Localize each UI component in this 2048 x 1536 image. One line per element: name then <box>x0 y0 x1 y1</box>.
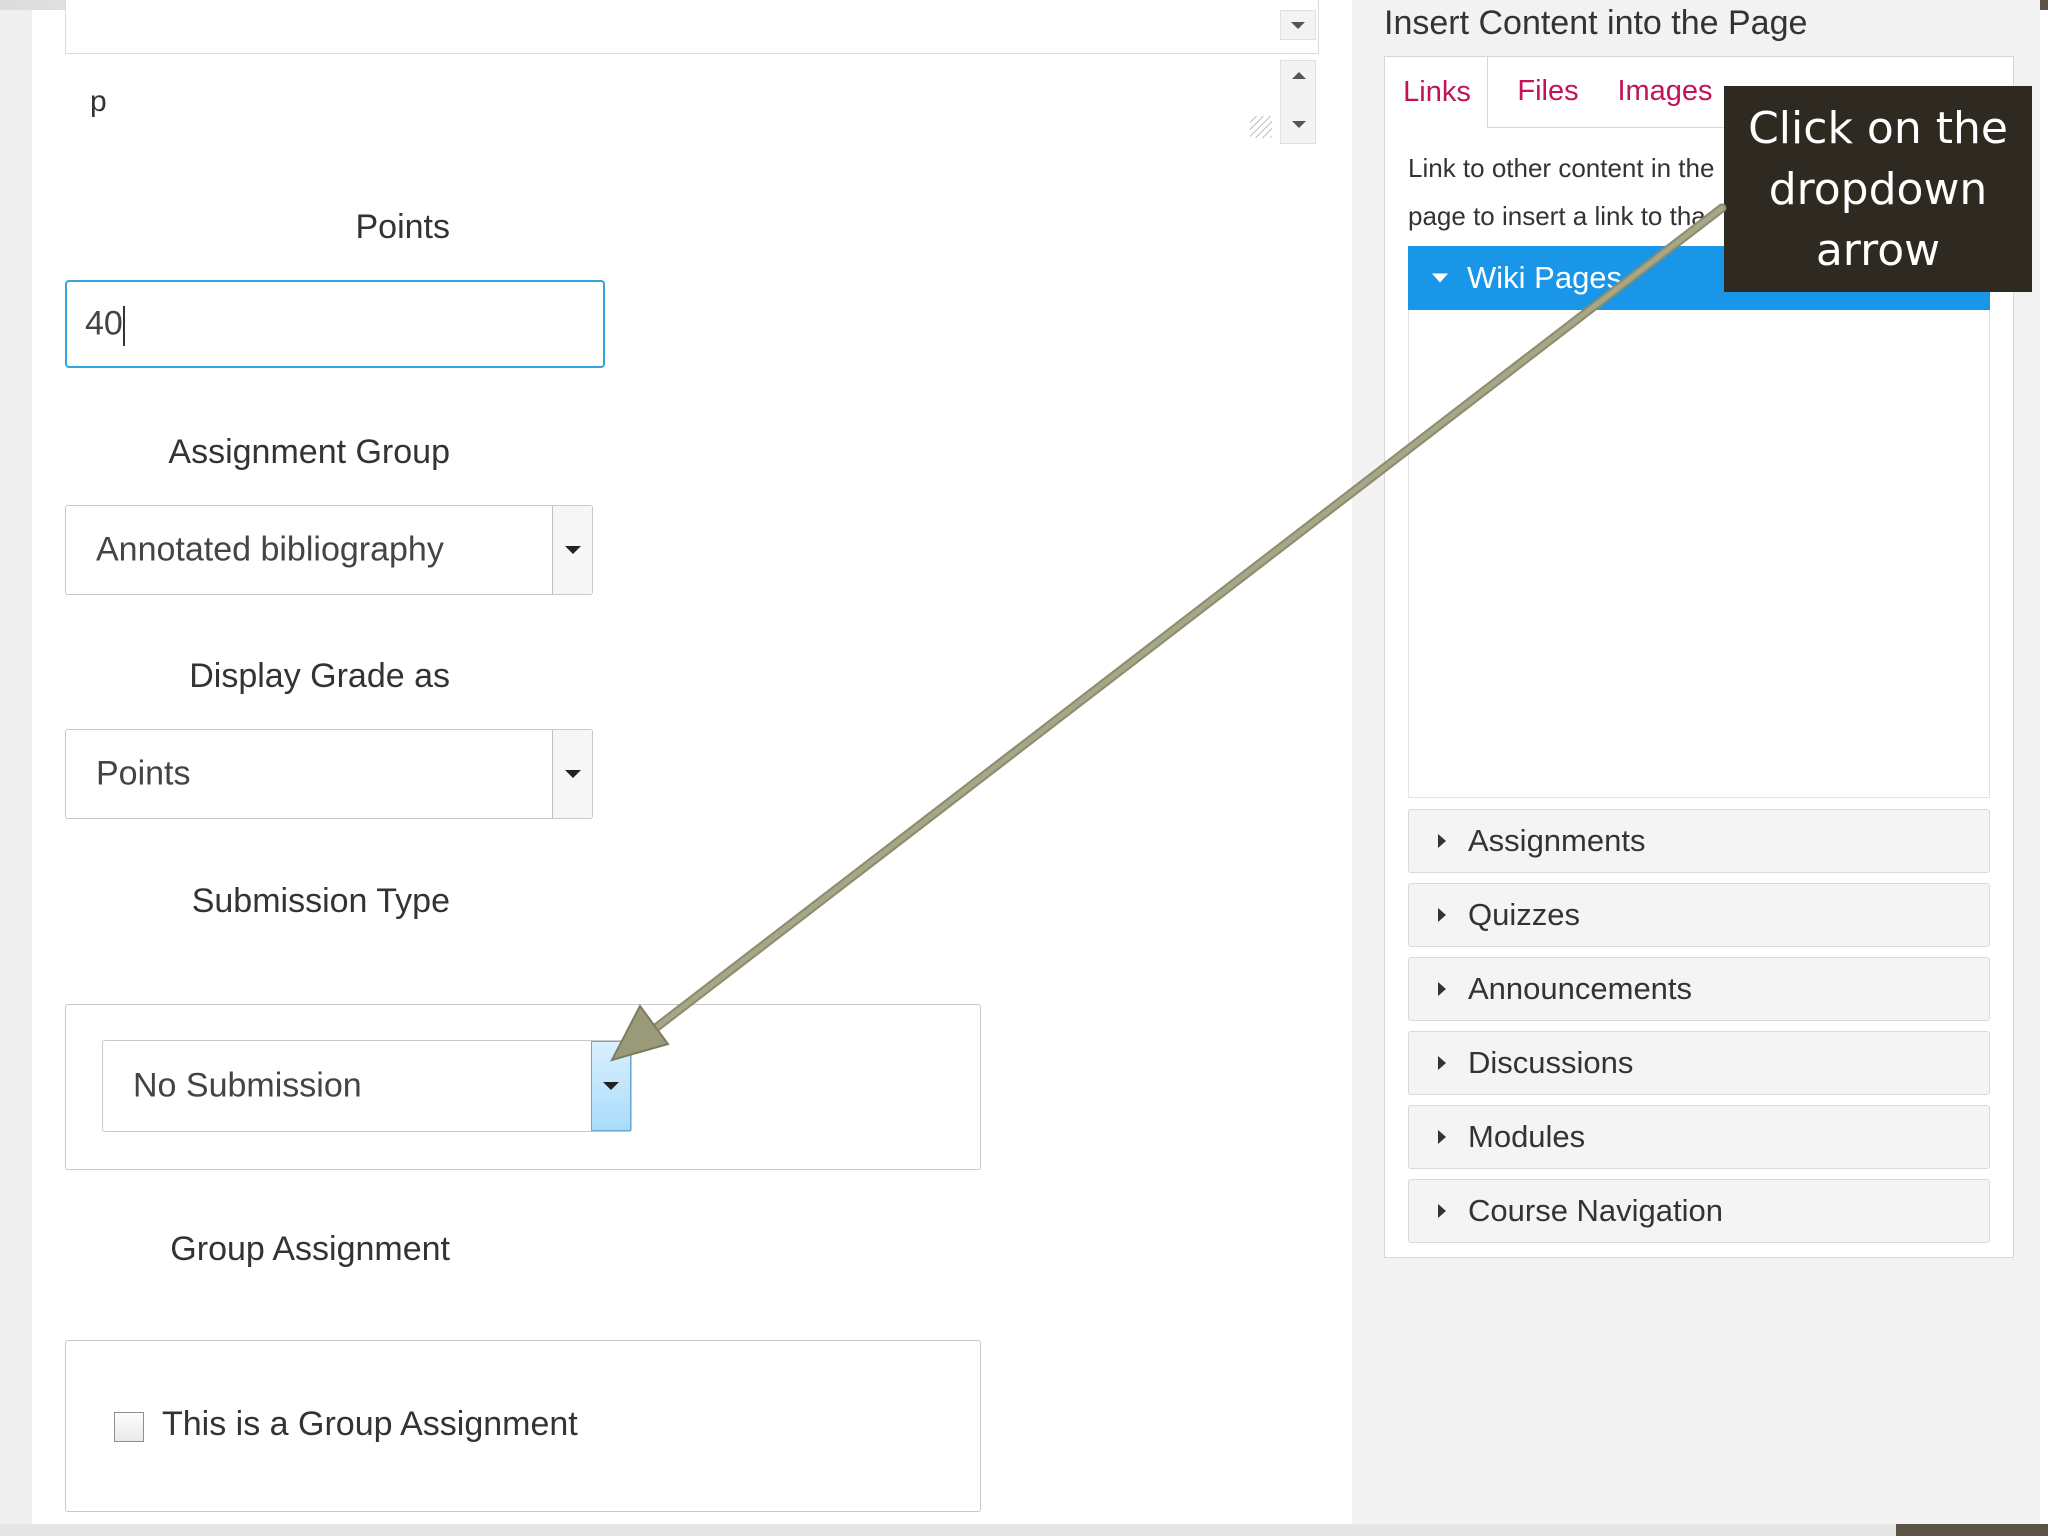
sidebar-description: Link to other content in the page to ins… <box>1408 144 1738 240</box>
triangle-right-icon <box>1438 1130 1446 1144</box>
accordion-label: Discussions <box>1468 1045 1634 1080</box>
display-grade-selected: Points <box>96 754 191 793</box>
resize-handle-icon[interactable] <box>1250 116 1272 138</box>
editor-path-tag[interactable]: p <box>90 85 107 119</box>
caret-down-icon <box>603 1082 619 1090</box>
accordion-label: Assignments <box>1468 823 1646 858</box>
submission-type-dropdown-button[interactable] <box>591 1041 631 1131</box>
display-grade-label: Display Grade as <box>189 657 450 695</box>
accordion-quizzes[interactable]: Quizzes <box>1408 883 1990 947</box>
tab-links[interactable]: Links <box>1384 56 1488 128</box>
callout-line: Click on the <box>1748 102 2008 154</box>
accordion-label: Quizzes <box>1468 897 1580 932</box>
assignment-group-label: Assignment Group <box>168 433 450 471</box>
tab-images[interactable]: Images <box>1608 56 1722 126</box>
accordion-course-navigation[interactable]: Course Navigation <box>1408 1179 1990 1243</box>
caret-down-icon <box>564 770 581 778</box>
chevron-down-icon <box>1292 121 1306 128</box>
points-input-value: 40 <box>85 304 123 343</box>
tab-images-label: Images <box>1617 74 1713 107</box>
display-grade-dropdown-button[interactable] <box>552 730 592 818</box>
accordion-assignments[interactable]: Assignments <box>1408 809 1990 873</box>
callout-line: arrow <box>1815 224 1941 276</box>
chevron-down-icon <box>1291 21 1305 29</box>
accordion-wiki-pages-label: Wiki Pages <box>1467 260 1623 295</box>
submission-type-selected: No Submission <box>133 1066 362 1105</box>
group-assignment-checkbox[interactable] <box>114 1412 144 1442</box>
slide-bottom-margin <box>0 1524 2048 1536</box>
points-input[interactable]: 40 <box>65 280 605 368</box>
sidebar-title: Insert Content into the Page <box>1384 4 1808 42</box>
triangle-right-icon <box>1438 908 1446 922</box>
display-grade-select[interactable]: Points <box>65 729 593 819</box>
editor-scroll-down-button[interactable] <box>1280 10 1316 40</box>
editor-scrollbar[interactable] <box>1280 60 1316 144</box>
assignment-group-select[interactable]: Annotated bibliography <box>65 505 593 595</box>
triangle-down-icon <box>1432 273 1448 283</box>
assignment-group-selected: Annotated bibliography <box>96 530 444 569</box>
accordion-discussions[interactable]: Discussions <box>1408 1031 1990 1095</box>
group-assignment-checkbox-label[interactable]: This is a Group Assignment <box>162 1405 578 1444</box>
instruction-callout: Click on the dropdown arrow <box>1724 86 2032 292</box>
rich-text-editor[interactable] <box>65 0 1319 54</box>
triangle-right-icon <box>1438 834 1446 848</box>
text-caret <box>123 306 125 346</box>
slide-corner-accent-bottom <box>1896 1524 2048 1536</box>
chevron-up-icon <box>1292 72 1306 79</box>
group-assignment-label: Group Assignment <box>170 1230 450 1268</box>
slide-left-margin <box>0 0 32 1536</box>
description-line: Link to other content in the <box>1408 153 1715 183</box>
wiki-pages-list <box>1408 310 1990 798</box>
assignment-group-dropdown-button[interactable] <box>552 506 592 594</box>
accordion-label: Modules <box>1468 1119 1586 1154</box>
submission-type-label: Submission Type <box>191 882 450 920</box>
description-line: page to insert a link to tha <box>1408 201 1706 231</box>
triangle-right-icon <box>1438 1204 1446 1218</box>
triangle-right-icon <box>1438 1056 1446 1070</box>
tab-files[interactable]: Files <box>1500 56 1596 126</box>
submission-type-select[interactable]: No Submission <box>102 1040 632 1132</box>
tab-files-label: Files <box>1517 74 1579 107</box>
points-label: Points <box>355 208 451 246</box>
accordion-modules[interactable]: Modules <box>1408 1105 1990 1169</box>
accordion-announcements[interactable]: Announcements <box>1408 957 1990 1021</box>
callout-line: dropdown <box>1768 163 1988 215</box>
caret-down-icon <box>564 546 581 554</box>
triangle-right-icon <box>1438 982 1446 996</box>
accordion-label: Course Navigation <box>1468 1193 1724 1228</box>
accordion-label: Announcements <box>1468 971 1693 1006</box>
tab-links-label: Links <box>1403 75 1471 108</box>
